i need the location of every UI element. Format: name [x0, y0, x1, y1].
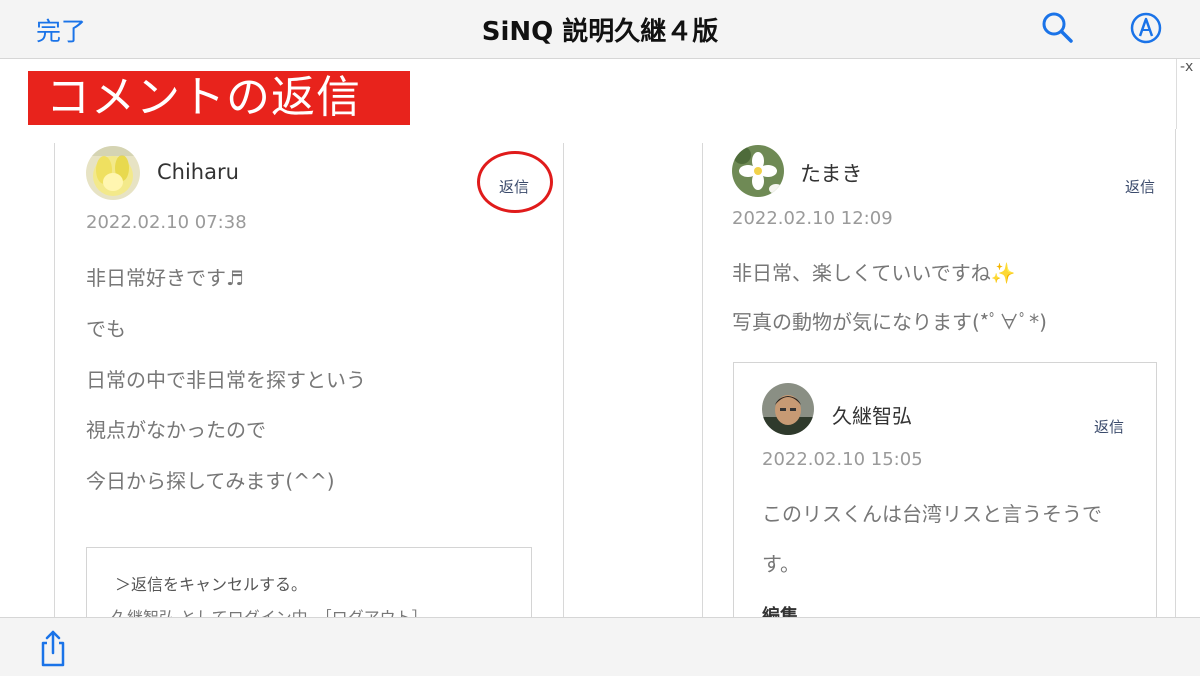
highlight-circle [477, 151, 553, 213]
comment-line: 今日から探してみます(^^) [86, 469, 335, 493]
comment-date: 2022.02.10 07:38 [86, 212, 247, 233]
comment-author[interactable]: たまき [800, 158, 862, 188]
reply-form: ＞返信をキャンセルする。 久継智弘 としてログイン中。［ログアウト］ [86, 547, 532, 617]
avatar[interactable] [732, 145, 784, 197]
comment-line: 写真の動物が気になります(*ﾟ∀ﾟ*) [732, 310, 1047, 334]
comment-line: 日常の中で非日常を探すという [86, 368, 366, 392]
comment-date: 2022.02.10 15:05 [762, 449, 923, 470]
comment-line: 非日常、楽しくていいですね✨ [732, 261, 1016, 285]
comment-line: 視点がなかったので [86, 418, 266, 442]
document-title: SiNQ 説明久継４版 [481, 17, 719, 47]
section-banner: コメントの返信 [28, 71, 410, 125]
cancel-reply-link[interactable]: ＞返信をキャンセルする。 [115, 571, 307, 595]
bottom-toolbar [0, 617, 1200, 676]
nested-reply: 久継智弘 返信 2022.02.10 15:05 このリスくんは台湾リスと言うそ… [733, 362, 1157, 617]
reply-button[interactable]: 返信 [1094, 416, 1124, 437]
left-column-border-right [563, 143, 564, 617]
share-icon[interactable] [38, 628, 68, 668]
login-status: 久継智弘 としてログイン中。［ログアウト］ [111, 604, 428, 617]
reply-button[interactable]: 返信 [1125, 176, 1155, 197]
markup-icon[interactable] [1128, 10, 1164, 46]
done-button[interactable]: 完了 [36, 12, 86, 48]
right-column-border-right [1175, 129, 1176, 617]
comment-author[interactable]: Chiharu [157, 160, 239, 184]
comment-line: 非日常好きです♬ [86, 266, 244, 290]
left-column-border [54, 143, 55, 617]
top-navigation-bar: 完了 SiNQ 説明久継４版 [0, 0, 1200, 59]
page-content: -ⅹ コメントの返信 Chiharu 返信 2022.02.10 07:38 非… [0, 59, 1200, 617]
search-icon[interactable] [1040, 10, 1076, 46]
edit-link[interactable]: 編集 [762, 602, 798, 617]
page-edge-divider [1176, 59, 1177, 129]
comment-line: す。 [762, 552, 800, 576]
page-edge-mark: -ⅹ [1180, 59, 1194, 75]
comment-line: このリスくんは台湾リスと言うそうで [762, 502, 1102, 526]
comment-line: でも [86, 317, 126, 341]
comment-date: 2022.02.10 12:09 [732, 208, 893, 229]
avatar[interactable] [762, 383, 814, 435]
right-column-border [702, 143, 703, 617]
comment-author[interactable]: 久継智弘 [832, 400, 912, 429]
avatar[interactable] [86, 146, 140, 200]
